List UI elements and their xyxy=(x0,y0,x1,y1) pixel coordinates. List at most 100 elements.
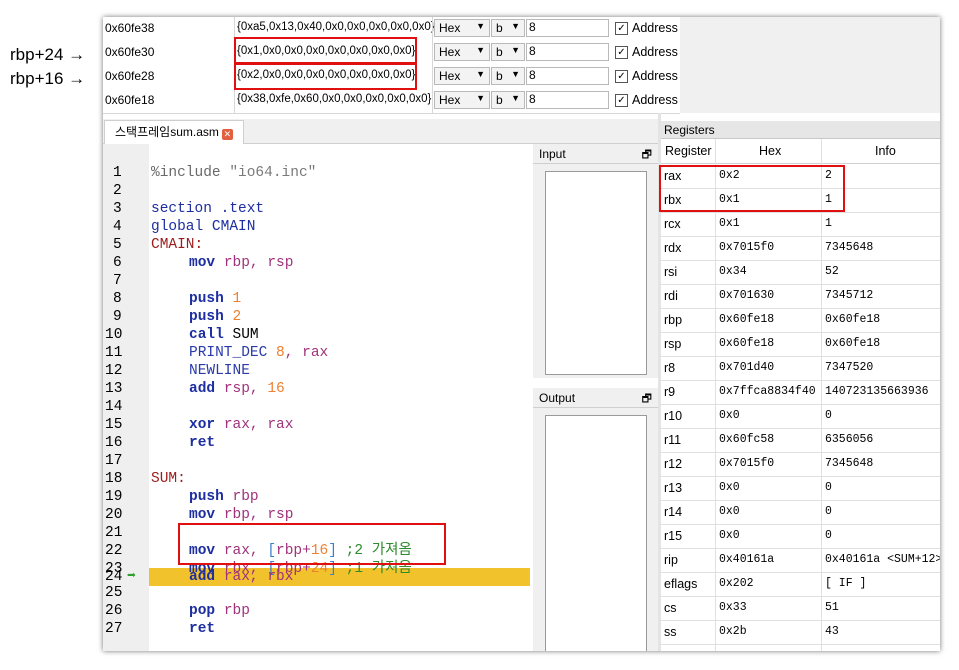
close-icon[interactable]: ✕ xyxy=(221,129,233,140)
register-name: r13 xyxy=(664,481,683,495)
register-row-r15: r15 0x0 0 xyxy=(661,524,940,549)
chevron-down-icon: ▼ xyxy=(476,45,485,55)
format-combo[interactable]: Hex ▼ xyxy=(434,43,490,61)
float-window-icon[interactable]: 🗗 xyxy=(642,390,652,409)
register-row-rbx: rbx 0x1 1 xyxy=(661,188,940,213)
register-hex: 0x40161a xyxy=(719,553,775,566)
annotation-rbp-plus-16: rbp+16 → xyxy=(10,69,86,88)
code-line-26: pop rbp xyxy=(189,603,250,619)
count-input[interactable]: 8 xyxy=(526,67,609,85)
format-combo[interactable]: Hex ▼ xyxy=(434,19,490,37)
count-input[interactable]: 8 xyxy=(526,43,609,61)
current-line-arrow-icon: ➡ xyxy=(127,568,137,585)
input-textbox[interactable] xyxy=(545,171,647,375)
count-input[interactable]: 8 xyxy=(526,19,609,37)
chevron-down-icon: ▼ xyxy=(511,21,520,31)
code-line-16: ret xyxy=(189,435,216,451)
register-name: rsp xyxy=(664,337,682,351)
memory-value: {0xa5,0x13,0x40,0x0,0x0,0x0,0x0,0x0} xyxy=(237,21,435,33)
line-number: 20 xyxy=(105,507,123,523)
register-name: r11 xyxy=(664,433,682,447)
address-checkbox[interactable]: ✓ xyxy=(615,94,628,107)
register-row-r13: r13 0x0 0 xyxy=(661,476,940,501)
chevron-down-icon: ▼ xyxy=(476,21,485,31)
register-row-r14: r14 0x0 0 xyxy=(661,500,940,525)
register-name: rax xyxy=(664,169,682,183)
register-hex: 0x0 xyxy=(719,481,740,494)
register-info: 7345712 xyxy=(825,289,874,302)
register-hex: 0x60fe18 xyxy=(719,313,775,326)
input-pane-title: Input 🗗 xyxy=(533,144,658,164)
float-window-icon[interactable]: 🗗 xyxy=(642,146,652,165)
register-info: 7345648 xyxy=(825,241,874,254)
code-line-11: PRINT_DEC 8, rax xyxy=(189,345,329,361)
register-info: 7347520 xyxy=(825,361,874,374)
address-checkbox[interactable]: ✓ xyxy=(615,70,628,83)
register-hex: 0x7015f0 xyxy=(719,457,775,470)
register-name: rbp xyxy=(664,313,683,327)
code-line-18: SUM: xyxy=(151,471,186,487)
line-number: 12 xyxy=(105,363,123,379)
format-combo[interactable]: Hex ▼ xyxy=(434,91,490,109)
address-checkbox-label: Address xyxy=(632,93,678,107)
address-checkbox[interactable]: ✓ xyxy=(615,22,628,35)
register-hex: 0x33 xyxy=(719,601,747,614)
memory-table-empty-area xyxy=(680,17,940,113)
line-number: 18 xyxy=(105,471,123,487)
code-line-13: add rsp, 16 xyxy=(189,381,285,397)
line-number: 19 xyxy=(105,489,123,505)
memory-row: 0x60fe18 {0x38,0xfe,0x60,0x0,0x0,0x0,0x0… xyxy=(103,89,680,114)
count-input[interactable]: 8 xyxy=(526,91,609,109)
register-row-rdx: rdx 0x7015f0 7345648 xyxy=(661,236,940,261)
code-editor[interactable]: 1 2 3 4 5 6 7 8 9 10 11 12 13 14 15 16 1… xyxy=(103,144,530,651)
register-hex: 0x34 xyxy=(719,265,747,278)
code-line-10: call SUM xyxy=(189,327,259,343)
register-name: r9 xyxy=(664,385,676,399)
memory-address: 0x60fe38 xyxy=(105,21,155,35)
code-line-5: CMAIN: xyxy=(151,237,204,253)
register-hex: 0x0 xyxy=(719,529,740,542)
line-number: 26 xyxy=(105,603,123,619)
register-hex: 0x701d40 xyxy=(719,361,775,374)
address-checkbox-label: Address xyxy=(632,69,678,83)
code-line-15: xor rax, rax xyxy=(189,417,294,433)
registers-header: Register Hex Info xyxy=(661,139,940,164)
register-hex: 0x1 xyxy=(719,193,740,206)
sasm-window: 0x60fe38 {0xa5,0x13,0x40,0x0,0x0,0x0,0x0… xyxy=(103,17,940,651)
register-info: 0 xyxy=(825,409,832,422)
size-combo[interactable]: b ▼ xyxy=(491,91,525,109)
register-row-cs: cs 0x33 51 xyxy=(661,596,940,621)
chevron-down-icon: ▼ xyxy=(511,93,520,103)
size-combo[interactable]: b ▼ xyxy=(491,43,525,61)
code-line-20: mov rbp, rsp xyxy=(189,507,294,523)
size-combo[interactable]: b ▼ xyxy=(491,67,525,85)
tab-label: 스택프레임sum.asm xyxy=(115,125,219,139)
address-checkbox[interactable]: ✓ xyxy=(615,46,628,59)
register-hex: 0x2 xyxy=(719,169,740,182)
register-info: 0 xyxy=(825,481,832,494)
register-name: rsi xyxy=(664,265,678,279)
register-info: 0 xyxy=(825,529,832,542)
line-number: 6 xyxy=(113,255,122,271)
register-row-rax: rax 0x2 2 xyxy=(661,164,940,189)
register-name: ss xyxy=(664,625,677,639)
register-hex: 0x202 xyxy=(719,577,754,590)
register-name: cs xyxy=(664,601,677,615)
chevron-down-icon: ▼ xyxy=(476,69,485,79)
register-row-r9: r9 0x7ffca8834f40 140723135663936 xyxy=(661,380,940,405)
register-info: 1 xyxy=(825,193,832,206)
register-name: r14 xyxy=(664,505,683,519)
size-combo[interactable]: b ▼ xyxy=(491,19,525,37)
register-hex: 0x701630 xyxy=(719,289,775,302)
tab-sum-asm[interactable]: 스택프레임sum.asm ✕ xyxy=(104,120,244,144)
code-line-12: NEWLINE xyxy=(189,363,250,379)
current-line-number: 24 xyxy=(105,569,123,585)
format-combo[interactable]: Hex ▼ xyxy=(434,67,490,85)
register-name: r8 xyxy=(664,361,676,375)
annotation-rbp-plus-24: rbp+24 → xyxy=(10,45,86,64)
code-line-6: mov rbp, rsp xyxy=(189,255,294,271)
code-line-9: push 2 xyxy=(189,309,242,325)
header-register: Register xyxy=(665,144,712,158)
register-row-rsi: rsi 0x34 52 xyxy=(661,260,940,285)
header-info: Info xyxy=(875,144,896,158)
